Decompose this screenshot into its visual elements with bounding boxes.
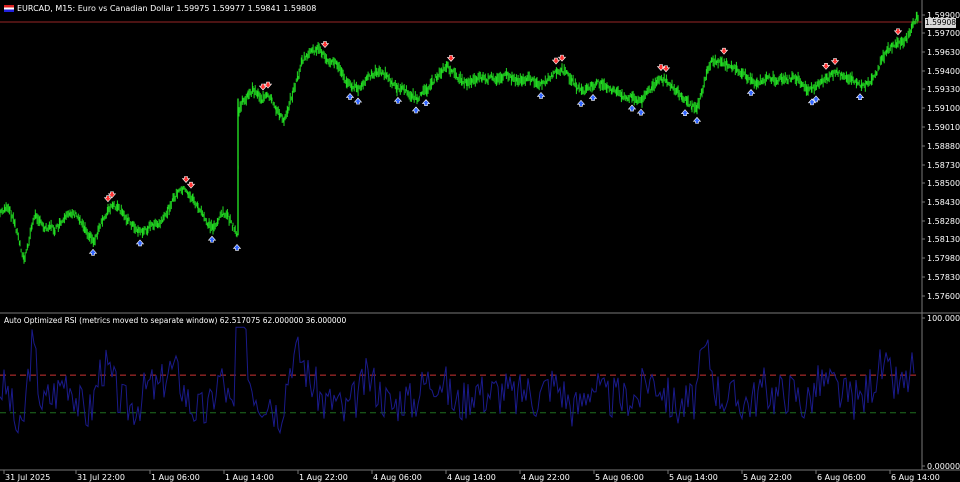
buy-arrow-icon [353,97,363,105]
price-tick-label: 1.57980 [927,254,960,263]
price-tick-label: 1.59100 [927,104,960,113]
buy-arrow-icon [636,108,646,116]
buy-arrow-icon [88,248,98,256]
current-price-tag: 1.59908 [925,18,957,28]
price-tick-label: 1.58280 [927,217,960,226]
time-tick-label: 31 Jul 2025 [5,473,50,482]
buy-arrow-icon [232,243,242,251]
time-tick-label: 1 Aug 22:00 [299,473,348,482]
sell-arrow-icon [893,28,903,36]
buy-arrow-icon [421,99,431,106]
price-pane [0,11,922,264]
price-tick-label: 1.58730 [927,161,960,170]
time-tick-label: 5 Aug 22:00 [743,473,792,482]
price-tick-label: 1.59630 [927,48,960,57]
indicator-pane [0,326,916,435]
time-tick-label: 5 Aug 06:00 [595,473,644,482]
price-tick-label: 1.58500 [927,179,960,188]
buy-arrow-icon [536,91,546,99]
sell-arrow-icon [181,176,191,183]
sell-arrow-icon [446,55,456,62]
time-tick-label: 5 Aug 14:00 [669,473,718,482]
sell-arrow-icon [186,181,196,189]
buy-arrow-icon [680,109,690,117]
sell-arrow-icon [103,195,113,203]
time-tick-label: 6 Aug 06:00 [817,473,866,482]
price-tick-label: 1.57600 [927,292,960,301]
sell-arrow-icon [830,58,840,66]
time-tick-label: 31 Jul 22:00 [77,473,125,482]
time-tick-label: 4 Aug 06:00 [373,473,422,482]
sell-arrow-icon [320,41,330,49]
price-tick-label: 1.59400 [927,67,960,76]
sell-arrow-icon [719,47,729,55]
buy-arrow-icon [746,89,756,96]
buy-arrow-icon [345,92,355,100]
price-tick-label: 1.58130 [927,235,960,244]
sell-arrow-icon [551,57,561,65]
price-tick-label: 1.57830 [927,273,960,282]
sell-arrow-icon [821,62,831,70]
time-tick-label: 1 Aug 14:00 [225,473,274,482]
chart-area[interactable]: 1.599001.597001.596301.594001.593301.591… [0,0,960,482]
price-tick-label: 1.59010 [927,123,960,132]
time-tick-label: 6 Aug 14:00 [891,473,940,482]
price-bars [0,11,919,264]
buy-arrow-icon [135,239,145,247]
indicator-tick-label: 100.0000 [927,314,960,323]
buy-arrow-icon [411,106,421,114]
buy-arrow-icon [393,96,403,104]
indicator-tick-label: 0.000000 [927,462,960,471]
price-tick-label: 1.58880 [927,142,960,151]
price-tick-label: 1.59700 [927,29,960,38]
buy-arrow-icon [576,99,586,107]
buy-arrow-icon [588,93,598,101]
buy-arrow-icon [855,93,865,100]
time-tick-label: 1 Aug 06:00 [151,473,200,482]
rsi-line [0,326,915,435]
price-tick-label: 1.59330 [927,85,960,94]
buy-arrow-icon [207,235,217,243]
price-tick-label: 1.58430 [927,198,960,207]
time-tick-label: 4 Aug 22:00 [521,473,570,482]
buy-arrow-icon [627,104,637,112]
time-tick-label: 4 Aug 14:00 [447,473,496,482]
buy-arrow-icon [692,116,702,124]
